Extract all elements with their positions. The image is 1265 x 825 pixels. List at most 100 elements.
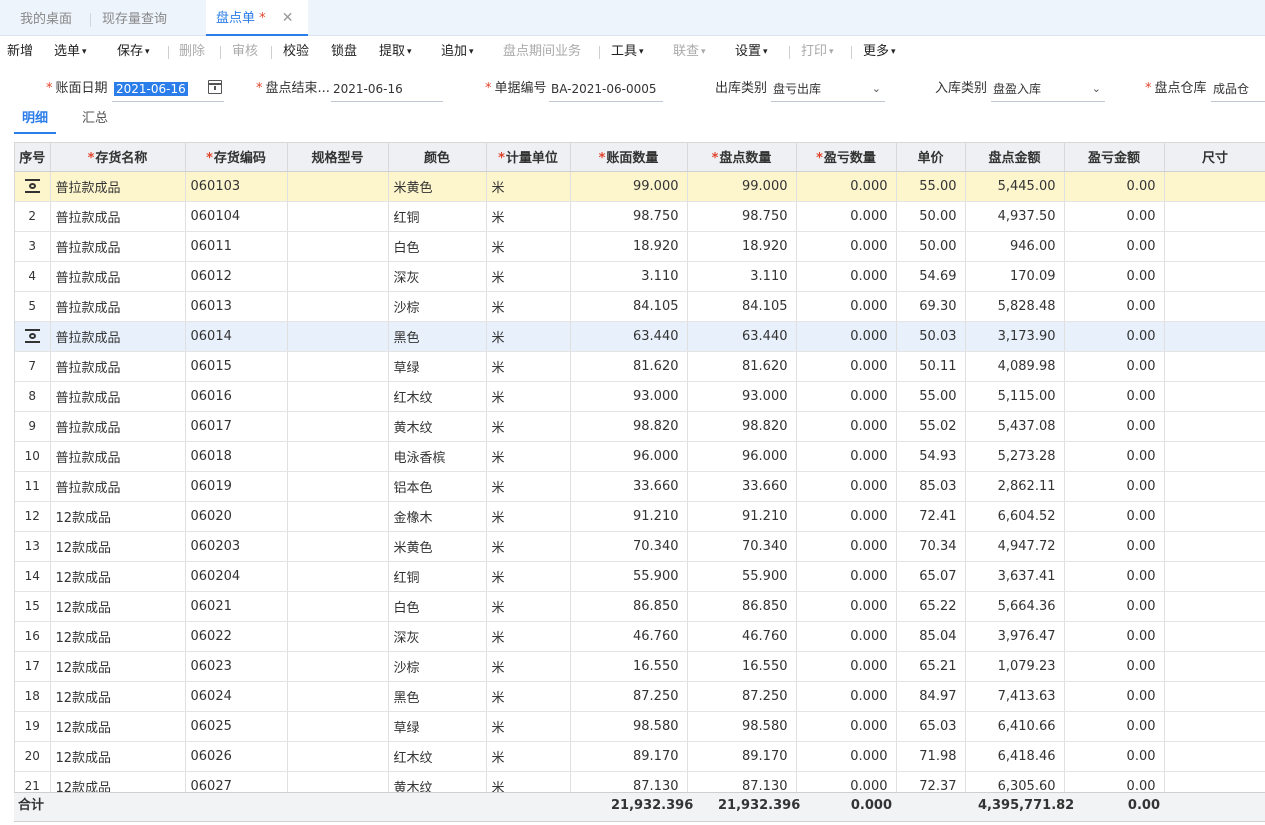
tools-button[interactable]: 工具 ▾: [611, 36, 644, 68]
column-header[interactable]: 颜色: [388, 143, 487, 172]
price-cell[interactable]: 50.03: [896, 321, 966, 352]
row-index[interactable]: 15: [15, 591, 51, 622]
count-amt-cell[interactable]: 5,115.00: [965, 381, 1065, 412]
spec-cell[interactable]: [287, 741, 389, 772]
diff-amt-cell[interactable]: 0.00: [1064, 501, 1165, 532]
tab-inventory-count[interactable]: 盘点单 * ✕: [206, 0, 308, 36]
color-cell[interactable]: 红木纹: [388, 741, 487, 772]
item-code-cell[interactable]: 06012: [185, 261, 288, 292]
size-cell[interactable]: [1164, 411, 1265, 442]
price-cell[interactable]: 71.98: [896, 741, 966, 772]
size-cell[interactable]: [1164, 501, 1265, 532]
size-cell[interactable]: [1164, 531, 1265, 562]
book-qty-cell[interactable]: 18.920: [570, 231, 688, 262]
count-amt-cell[interactable]: 6,410.66: [965, 711, 1065, 742]
table-row[interactable]: 18 12款成品 06024 黑色米 87.250 87.250 0.000 84.97 7,4…: [15, 681, 1265, 712]
table-row[interactable]: 2 普拉款成品 060104 红铜米 98.750 98.750 0.000 50.00 4,9…: [15, 201, 1265, 232]
size-cell[interactable]: [1164, 651, 1265, 682]
diff-amt-cell[interactable]: 0.00: [1064, 381, 1165, 412]
item-code-cell[interactable]: 06013: [185, 291, 288, 322]
size-cell[interactable]: [1164, 171, 1265, 202]
item-code-cell[interactable]: 060104: [185, 201, 288, 232]
row-index[interactable]: 12: [15, 501, 51, 532]
diff-qty-cell[interactable]: 0.000: [796, 351, 897, 382]
size-cell[interactable]: [1164, 231, 1265, 262]
count-amt-cell[interactable]: 5,437.08: [965, 411, 1065, 442]
count-qty-cell[interactable]: 63.440: [687, 321, 797, 352]
color-cell[interactable]: 沙棕: [388, 651, 487, 682]
diff-amt-cell[interactable]: 0.00: [1064, 651, 1165, 682]
diff-qty-cell[interactable]: 0.000: [796, 381, 897, 412]
item-name-cell[interactable]: 普拉款成品: [50, 471, 186, 502]
diff-qty-cell[interactable]: 0.000: [796, 561, 897, 592]
color-cell[interactable]: 红木纹: [388, 381, 487, 412]
table-row[interactable]: 16 12款成品 06022 深灰米 46.760 46.760 0.000 85.04 3,9…: [15, 621, 1265, 652]
unit-cell[interactable]: 米: [486, 501, 571, 532]
diff-amt-cell[interactable]: 0.00: [1064, 681, 1165, 712]
spec-cell[interactable]: [287, 711, 389, 742]
item-name-cell[interactable]: 普拉款成品: [50, 291, 186, 322]
size-cell[interactable]: [1164, 471, 1265, 502]
diff-qty-cell[interactable]: 0.000: [796, 741, 897, 772]
count-qty-cell[interactable]: 87.250: [687, 681, 797, 712]
diff-amt-cell[interactable]: 0.00: [1064, 591, 1165, 622]
count-qty-cell[interactable]: 16.550: [687, 651, 797, 682]
row-index[interactable]: [15, 171, 51, 202]
count-amt-cell[interactable]: 4,937.50: [965, 201, 1065, 232]
count-qty-cell[interactable]: 33.660: [687, 471, 797, 502]
unit-cell[interactable]: 米: [486, 591, 571, 622]
item-code-cell[interactable]: 06019: [185, 471, 288, 502]
spec-cell[interactable]: [287, 441, 389, 472]
color-cell[interactable]: 沙棕: [388, 291, 487, 322]
row-index[interactable]: 17: [15, 651, 51, 682]
append-button[interactable]: 追加 ▾: [441, 36, 474, 68]
price-cell[interactable]: 72.41: [896, 501, 966, 532]
item-code-cell[interactable]: 06025: [185, 711, 288, 742]
color-cell[interactable]: 铝本色: [388, 471, 487, 502]
count-amt-cell[interactable]: 170.09: [965, 261, 1065, 292]
unit-cell[interactable]: 米: [486, 441, 571, 472]
price-cell[interactable]: 55.00: [896, 171, 966, 202]
row-index[interactable]: 4: [15, 261, 51, 292]
item-name-cell[interactable]: 12款成品: [50, 711, 186, 742]
color-cell[interactable]: 草绿: [388, 351, 487, 382]
color-cell[interactable]: 金橡木: [388, 501, 487, 532]
table-row[interactable]: 10 普拉款成品 06018 电泳香槟米 96.000 96.000 0.000 54.93 5…: [15, 441, 1265, 472]
book-qty-cell[interactable]: 16.550: [570, 651, 688, 682]
count-qty-cell[interactable]: 91.210: [687, 501, 797, 532]
spec-cell[interactable]: [287, 591, 389, 622]
count-amt-cell[interactable]: 7,413.63: [965, 681, 1065, 712]
unit-cell[interactable]: 米: [486, 651, 571, 682]
row-index[interactable]: [15, 321, 51, 352]
color-cell[interactable]: 白色: [388, 591, 487, 622]
item-name-cell[interactable]: 普拉款成品: [50, 381, 186, 412]
spec-cell[interactable]: [287, 471, 389, 502]
price-cell[interactable]: 50.11: [896, 351, 966, 382]
column-header[interactable]: *盈亏数量: [796, 143, 897, 172]
diff-qty-cell[interactable]: 0.000: [796, 651, 897, 682]
diff-amt-cell[interactable]: 0.00: [1064, 531, 1165, 562]
row-index[interactable]: 8: [15, 381, 51, 412]
price-cell[interactable]: 55.02: [896, 411, 966, 442]
color-cell[interactable]: 红铜: [388, 561, 487, 592]
column-header[interactable]: *存货名称: [50, 143, 186, 172]
count-end-date-field[interactable]: 2021-06-16: [331, 78, 443, 102]
item-name-cell[interactable]: 普拉款成品: [50, 411, 186, 442]
unit-cell[interactable]: 米: [486, 351, 571, 382]
item-name-cell[interactable]: 普拉款成品: [50, 231, 186, 262]
spec-cell[interactable]: [287, 201, 389, 232]
size-cell[interactable]: [1164, 381, 1265, 412]
diff-amt-cell[interactable]: 0.00: [1064, 711, 1165, 742]
row-edit-icon[interactable]: [24, 329, 40, 344]
diff-qty-cell[interactable]: 0.000: [796, 711, 897, 742]
color-cell[interactable]: 米黄色: [388, 531, 487, 562]
item-name-cell[interactable]: 12款成品: [50, 591, 186, 622]
row-index[interactable]: 13: [15, 531, 51, 562]
row-index[interactable]: 11: [15, 471, 51, 502]
row-index[interactable]: 18: [15, 681, 51, 712]
item-name-cell[interactable]: 普拉款成品: [50, 351, 186, 382]
column-header[interactable]: *账面数量: [570, 143, 688, 172]
item-name-cell[interactable]: 12款成品: [50, 501, 186, 532]
size-cell[interactable]: [1164, 261, 1265, 292]
column-header[interactable]: 规格型号: [287, 143, 389, 172]
